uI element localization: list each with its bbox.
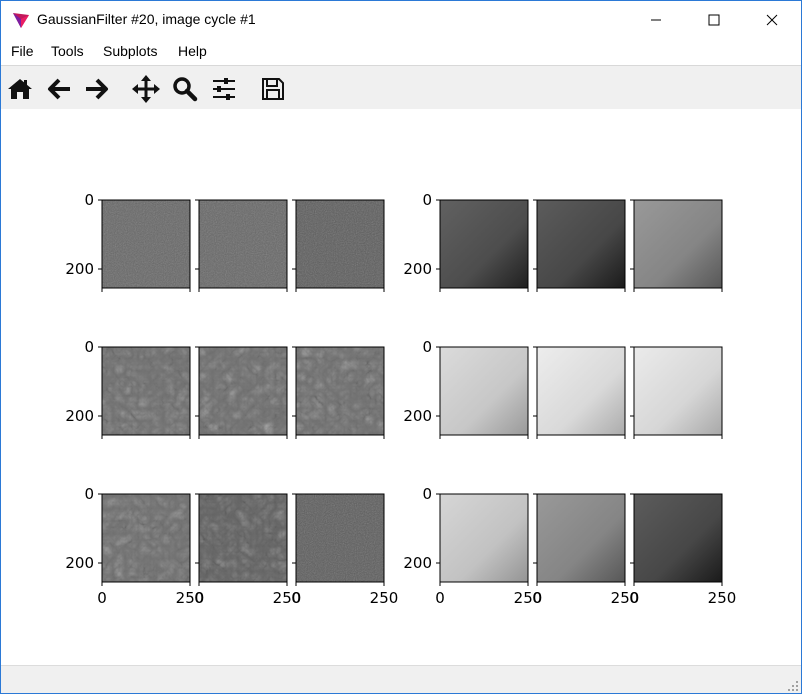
save-icon [262, 78, 284, 100]
image-fill [634, 494, 722, 582]
x-tick-label: 0 [435, 589, 445, 607]
back-button[interactable] [44, 74, 74, 104]
image-panel-left-r2-c0[interactable]: 02000 250 [65, 485, 204, 607]
y-tick-label: 0 [84, 485, 94, 503]
image-fill [537, 347, 625, 435]
image-panel-right-r2-c0[interactable]: 02000 250 [403, 485, 542, 607]
maximize-button[interactable] [685, 1, 743, 39]
y-tick-label: 200 [403, 260, 432, 278]
image-fill [634, 347, 722, 435]
image-panel-left-r1-c0[interactable]: 0 200 [65, 338, 191, 439]
image-fill [440, 347, 528, 435]
image-noise [102, 200, 190, 288]
image-fill [537, 494, 625, 582]
figure-canvas[interactable]: 0 200 0 200 0 200 0 200 0 200 0 250 0 250 0 250 0 200 0 250… [1, 109, 801, 665]
image-panel-right-r0-c2[interactable] [630, 199, 723, 292]
image-panel-left-r0-c1[interactable] [195, 199, 288, 292]
image-fill [634, 200, 722, 288]
back-arrow-icon [48, 78, 70, 100]
image-texture [199, 347, 287, 435]
image-panel-left-r2-c2[interactable]: 0 250 [291, 493, 399, 607]
y-tick-label: 200 [403, 407, 432, 425]
image-panel-right-r0-c1[interactable] [533, 199, 626, 292]
menu-file[interactable]: File [11, 43, 34, 59]
configure-subplots-icon [213, 78, 235, 100]
zoom-button[interactable] [170, 74, 200, 104]
image-noise [296, 494, 384, 582]
app-window: GaussianFilter #20, image cycle #1 File … [0, 0, 802, 694]
forward-arrow-icon [86, 78, 108, 100]
image-texture [199, 494, 287, 582]
status-bar [1, 665, 801, 693]
resize-grip-icon[interactable] [787, 680, 799, 692]
image-noise [199, 200, 287, 288]
y-tick-label: 200 [403, 554, 432, 572]
image-texture [102, 494, 190, 582]
y-tick-label: 200 [65, 407, 94, 425]
menu-bar: File Tools Subplots Help [1, 39, 801, 65]
pan-icon [132, 75, 160, 103]
image-panel-right-r1-c0[interactable]: 0 200 [403, 338, 529, 439]
forward-button[interactable] [82, 74, 112, 104]
x-tick-label: 0 [97, 589, 107, 607]
title-bar[interactable]: GaussianFilter #20, image cycle #1 [1, 1, 801, 39]
x-tick-label: 0 [291, 589, 301, 607]
maximize-icon [708, 14, 720, 26]
save-button[interactable] [258, 74, 288, 104]
y-tick-label: 0 [422, 191, 432, 209]
menu-subplots[interactable]: Subplots [103, 43, 157, 59]
image-panel-right-r1-c2[interactable] [630, 346, 723, 439]
y-tick-label: 0 [84, 338, 94, 356]
navigation-toolbar [1, 65, 801, 110]
image-panel-right-r0-c0[interactable]: 0 200 [403, 191, 529, 292]
app-logo-icon [13, 13, 29, 28]
image-panel-left-r0-c0[interactable]: 0 200 [65, 191, 191, 292]
image-panel-right-r2-c1[interactable]: 0 250 [532, 493, 639, 607]
image-fill [440, 200, 528, 288]
image-panel-left-r1-c2[interactable] [292, 346, 385, 439]
image-panel-right-r1-c1[interactable] [533, 346, 626, 439]
close-button[interactable] [743, 1, 801, 39]
pan-button[interactable] [131, 74, 161, 104]
minimize-button[interactable] [627, 1, 685, 39]
figure[interactable]: 020002000200020002000 2500 2500 25002000 250… [1, 109, 801, 665]
x-tick-label: 250 [370, 589, 399, 607]
image-texture [102, 347, 190, 435]
x-tick-label: 0 [194, 589, 204, 607]
close-icon [766, 14, 778, 26]
home-icon [8, 79, 32, 99]
image-panel-left-r0-c2[interactable] [292, 199, 385, 292]
configure-subplots-button[interactable] [209, 74, 239, 104]
image-texture [296, 347, 384, 435]
x-tick-label: 0 [629, 589, 639, 607]
image-panel-left-r1-c1[interactable] [195, 346, 288, 439]
y-tick-label: 0 [84, 191, 94, 209]
x-tick-label: 0 [532, 589, 542, 607]
zoom-icon [173, 77, 198, 102]
y-tick-label: 200 [65, 554, 94, 572]
image-fill [537, 200, 625, 288]
image-panel-right-r2-c2[interactable]: 0 250 [629, 493, 737, 607]
x-tick-label: 250 [708, 589, 737, 607]
home-button[interactable] [5, 74, 35, 104]
y-tick-label: 0 [422, 485, 432, 503]
y-tick-label: 0 [422, 338, 432, 356]
image-noise [296, 200, 384, 288]
y-tick-label: 200 [65, 260, 94, 278]
image-fill [440, 494, 528, 582]
menu-tools[interactable]: Tools [51, 43, 84, 59]
menu-help[interactable]: Help [178, 43, 207, 59]
window-title: GaussianFilter #20, image cycle #1 [37, 11, 256, 27]
minimize-icon [651, 19, 661, 21]
image-panel-left-r2-c1[interactable]: 0 250 [194, 493, 301, 607]
